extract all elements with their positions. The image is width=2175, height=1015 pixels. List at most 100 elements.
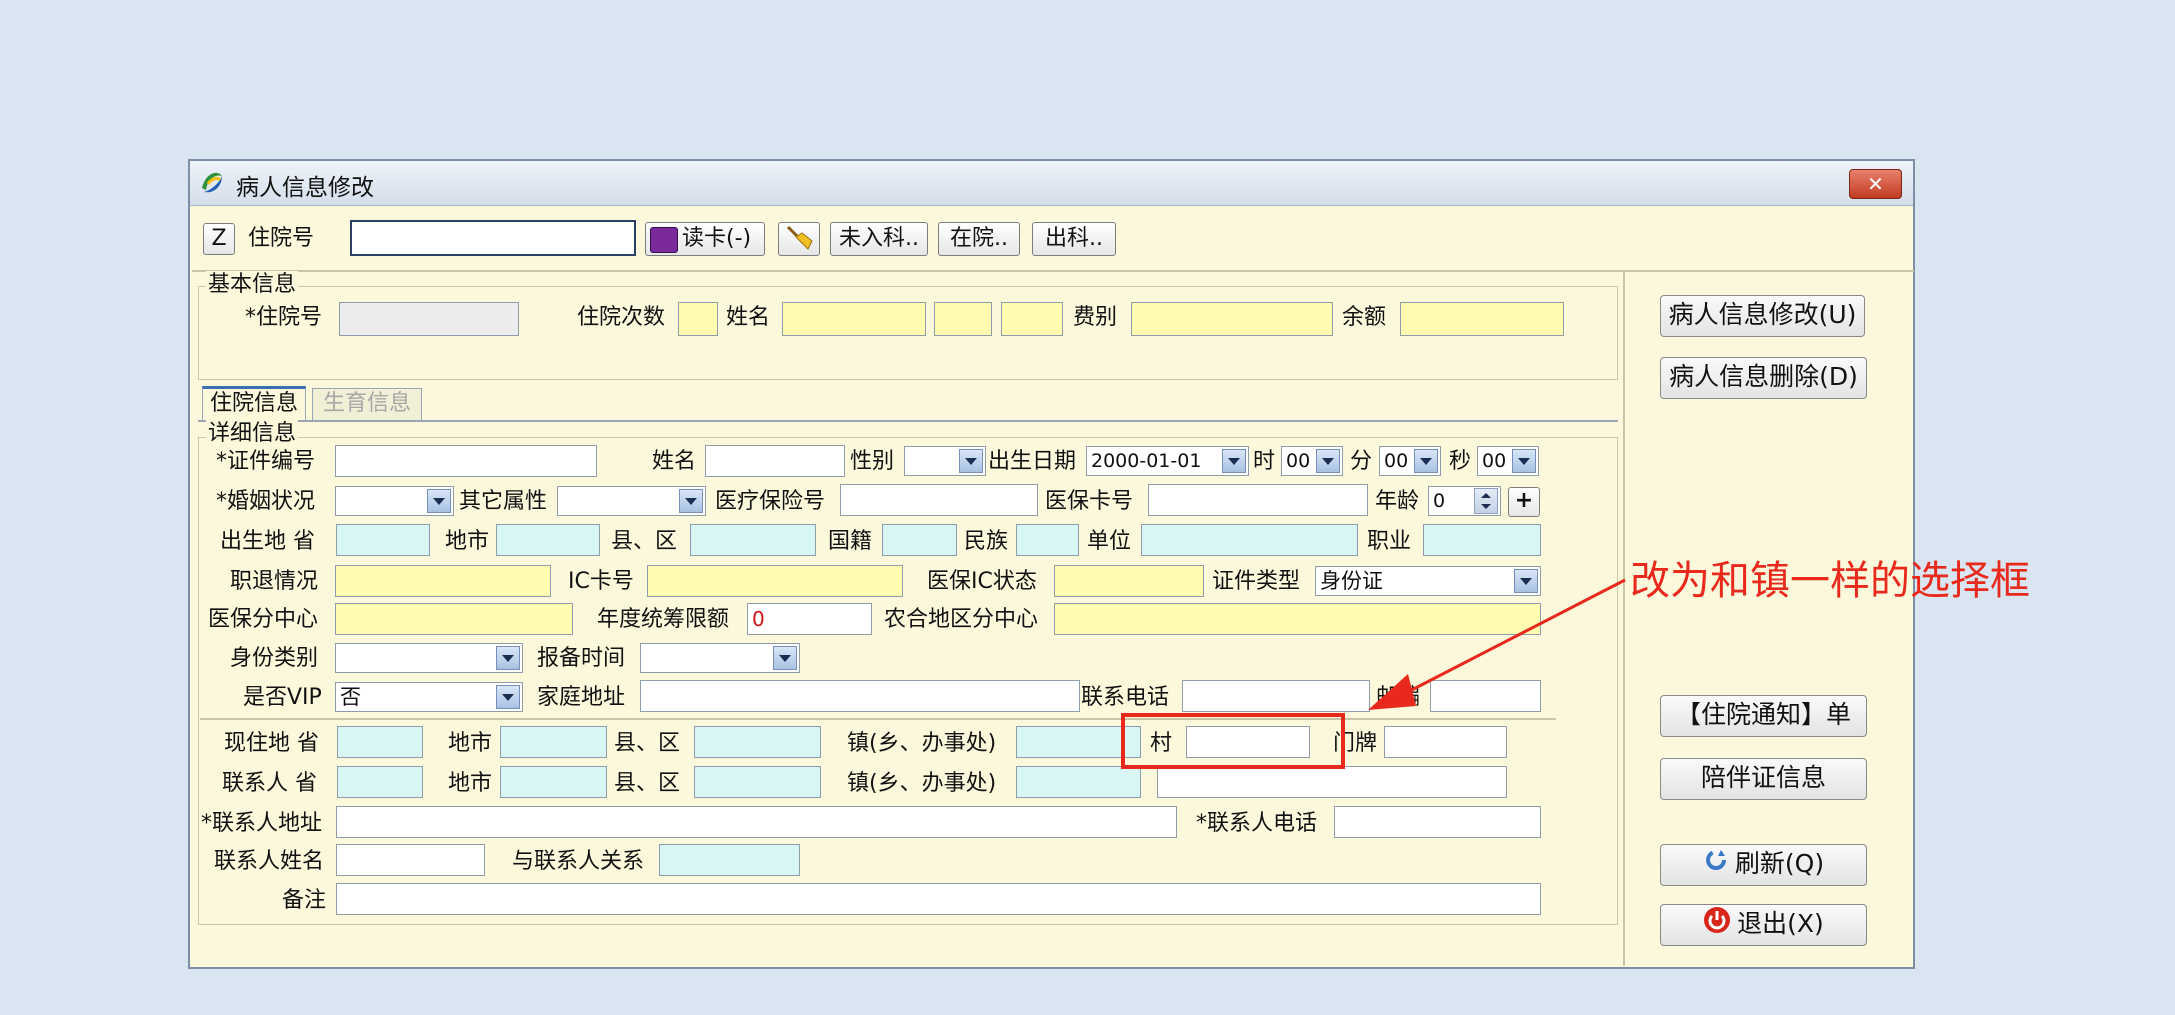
read-card-button[interactable]: 读卡(-): [645, 222, 765, 256]
birthplace-province-label: 出生地 省: [220, 529, 315, 554]
basic-name-field[interactable]: [782, 302, 926, 336]
current-county-field[interactable]: [694, 726, 821, 758]
admission-number-input[interactable]: [350, 220, 636, 256]
second-select[interactable]: 00: [1477, 446, 1539, 476]
stepper-arrows-icon[interactable]: [1474, 488, 1498, 514]
ethnicity-label: 民族: [964, 529, 1009, 554]
close-button[interactable]: ✕: [1849, 169, 1902, 199]
in-hospital-button[interactable]: 在院..: [938, 222, 1020, 256]
plus-icon: +: [1514, 488, 1534, 513]
employer-field[interactable]: [1141, 524, 1358, 556]
balance-field[interactable]: [1400, 302, 1564, 336]
ic-status-field[interactable]: [1054, 565, 1204, 597]
id-number-field[interactable]: [335, 445, 597, 477]
current-province-label: 现住地 省: [224, 731, 319, 756]
ethnicity-field[interactable]: [1016, 524, 1079, 556]
id-number-label: *证件编号: [216, 449, 316, 474]
contact-name-field[interactable]: [336, 844, 485, 876]
occupation-field[interactable]: [1423, 524, 1541, 556]
basic-field-2[interactable]: [934, 302, 992, 336]
contact-city-field[interactable]: [500, 766, 607, 798]
insurance-card-field[interactable]: [1148, 484, 1368, 516]
birthplace-province-field[interactable]: [336, 524, 430, 556]
retirement-field[interactable]: [335, 565, 551, 597]
insurance-center-field[interactable]: [335, 603, 573, 635]
chevron-down-icon: [1222, 449, 1246, 473]
tab-birth-info[interactable]: 生育信息: [312, 388, 422, 420]
birth-date-label: 出生日期: [988, 449, 1077, 474]
birthplace-county-field[interactable]: [690, 524, 816, 556]
annual-limit-field[interactable]: 0: [747, 603, 872, 635]
refresh-button[interactable]: 刷新(Q): [1660, 844, 1867, 886]
toolbar-separator: [192, 270, 1914, 272]
house-number-field[interactable]: [1384, 726, 1507, 758]
record-time-select[interactable]: [640, 643, 800, 673]
id-type-label: 证件类型: [1212, 569, 1301, 594]
nationality-field[interactable]: [882, 524, 957, 556]
contact-province-field[interactable]: [337, 766, 423, 798]
fee-type-field[interactable]: [1131, 302, 1333, 336]
current-province-field[interactable]: [337, 726, 423, 758]
birthplace-city-field[interactable]: [496, 524, 600, 556]
title-bar[interactable]: [190, 161, 1913, 206]
clear-button[interactable]: [778, 222, 820, 256]
chevron-down-icon: [427, 489, 451, 513]
delete-patient-button[interactable]: 病人信息删除(D): [1660, 357, 1867, 399]
home-address-field[interactable]: [640, 680, 1080, 712]
basic-name-label: 姓名: [726, 305, 771, 330]
contact-town-field[interactable]: [1016, 766, 1141, 798]
add-button[interactable]: +: [1508, 487, 1540, 517]
age-stepper[interactable]: 0: [1428, 486, 1501, 516]
app-icon: [198, 168, 226, 196]
discharged-button[interactable]: 出科..: [1032, 222, 1116, 256]
contact-name-label: 联系人姓名: [214, 849, 325, 874]
gender-select[interactable]: [904, 446, 986, 476]
basic-field-3[interactable]: [1001, 302, 1063, 336]
retirement-label: 职退情况: [230, 569, 319, 594]
detail-name-field[interactable]: [705, 445, 845, 477]
ic-card-label: IC卡号: [568, 569, 634, 594]
chevron-down-icon: [959, 449, 983, 473]
current-town-label: 镇(乡、办事处): [847, 731, 997, 756]
insurance-card-label: 医保卡号: [1045, 489, 1134, 514]
chevron-down-icon: [773, 646, 797, 670]
z-button[interactable]: Z: [203, 223, 235, 255]
contact-phone-field[interactable]: [1182, 680, 1370, 712]
home-address-label: 家庭地址: [537, 685, 626, 710]
marital-status-select[interactable]: [335, 486, 454, 516]
admission-times-field[interactable]: [678, 302, 718, 336]
card-reader-icon: [650, 227, 678, 253]
minute-label: 分: [1350, 449, 1373, 474]
identity-type-select[interactable]: [335, 643, 523, 673]
not-admitted-button[interactable]: 未入科..: [830, 222, 928, 256]
tab-inpatient-info[interactable]: 住院信息: [202, 386, 306, 420]
contact-county-field[interactable]: [694, 766, 821, 798]
contact-extra-field[interactable]: [1157, 766, 1507, 798]
vip-label: 是否VIP: [243, 685, 322, 710]
exit-button[interactable]: 退出(X): [1660, 904, 1867, 946]
gender-label: 性别: [850, 449, 895, 474]
vip-select[interactable]: 否: [335, 682, 523, 712]
refresh-icon: [1703, 846, 1729, 884]
relation-field[interactable]: [659, 844, 800, 876]
chevron-down-icon: [679, 489, 703, 513]
remark-field[interactable]: [336, 883, 1541, 915]
hour-select[interactable]: 00: [1281, 446, 1343, 476]
escort-info-button[interactable]: 陪伴证信息: [1660, 758, 1867, 800]
insurance-number-field[interactable]: [840, 484, 1038, 516]
contact-phone2-field[interactable]: [1334, 806, 1541, 838]
identity-type-label: 身份类别: [230, 646, 319, 671]
minute-select[interactable]: 00: [1379, 446, 1441, 476]
other-attribute-select[interactable]: [557, 486, 706, 516]
contact-county-label: 县、区: [614, 771, 681, 796]
admission-notice-button[interactable]: 【住院通知】单: [1660, 695, 1867, 737]
current-city-field[interactable]: [500, 726, 607, 758]
modify-patient-button[interactable]: 病人信息修改(U): [1660, 295, 1865, 337]
birth-date-picker[interactable]: 2000-01-01: [1086, 446, 1249, 476]
admission-no-field[interactable]: [339, 302, 519, 336]
ic-card-field[interactable]: [647, 565, 903, 597]
contact-province-label: 联系人 省: [222, 771, 317, 796]
contact-address-field[interactable]: [336, 806, 1177, 838]
chevron-down-icon: [496, 646, 520, 670]
admission-number-label: 住院号: [248, 226, 315, 251]
